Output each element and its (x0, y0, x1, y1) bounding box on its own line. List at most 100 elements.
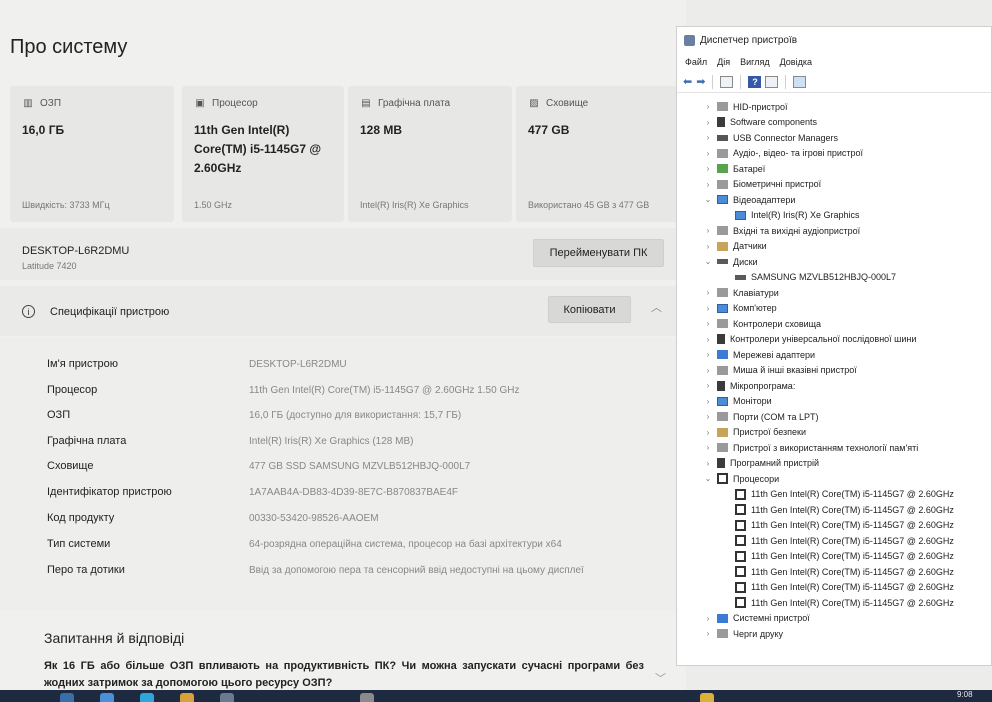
menu-view[interactable]: Вигляд (740, 57, 770, 67)
tree-item[interactable]: › Батареї (677, 161, 991, 177)
help-icon[interactable]: ? (748, 75, 762, 88)
tree-item[interactable]: › Біометричні пристрої (677, 177, 991, 193)
chevron-right-icon[interactable]: › (703, 226, 713, 235)
chevron-right-icon[interactable]: › (703, 366, 713, 375)
card-sub: Intel(R) Iris(R) Xe Graphics (360, 200, 469, 210)
tree-item[interactable]: 11th Gen Intel(R) Core(TM) i5-1145G7 @ 2… (677, 564, 991, 580)
chevron-right-icon[interactable]: › (703, 102, 713, 111)
properties-icon[interactable] (720, 75, 734, 88)
tree-item[interactable]: › Мікропрограма: (677, 378, 991, 394)
tree-item[interactable]: › Датчики (677, 239, 991, 255)
tree-item[interactable]: › Черги друку (677, 626, 991, 642)
chevron-up-icon[interactable]: ︿ (651, 299, 662, 315)
taskbar-app-icon[interactable] (360, 693, 374, 702)
chevron-right-icon[interactable]: › (703, 118, 713, 127)
taskbar-app-icon[interactable] (140, 693, 154, 702)
taskbar-app-icon[interactable] (220, 693, 234, 702)
menu-file[interactable]: Файл (685, 57, 707, 67)
tree-item[interactable]: › Комп'ютер (677, 301, 991, 317)
tree-item-label: Диски (733, 256, 758, 267)
rename-pc-button[interactable]: Перейменувати ПК (533, 239, 664, 267)
tree-item[interactable]: › Мережеві адаптери (677, 347, 991, 363)
copy-button[interactable]: Копіювати (548, 296, 631, 323)
tree-item[interactable]: › Контролери універсальної послідовної ши… (677, 332, 991, 348)
tree-item[interactable]: › USB Connector Managers (677, 130, 991, 146)
tree-item[interactable]: 11th Gen Intel(R) Core(TM) i5-1145G7 @ 2… (677, 533, 991, 549)
chevron-right-icon[interactable]: › (703, 629, 713, 638)
tree-item[interactable]: › Миша й інші вказівні пристрої (677, 363, 991, 379)
tree-item[interactable]: › Пристрої безпеки (677, 425, 991, 441)
chevron-down-icon[interactable]: ⌄ (703, 474, 713, 483)
tree-item[interactable]: 11th Gen Intel(R) Core(TM) i5-1145G7 @ 2… (677, 595, 991, 611)
tree-item-label: Системні пристрої (733, 613, 810, 624)
storage-controller-icon (717, 319, 728, 329)
chevron-right-icon[interactable]: › (703, 304, 713, 313)
tree-item[interactable]: ⌄ Диски (677, 254, 991, 270)
taskbar-app-icon[interactable] (100, 693, 114, 702)
chevron-down-icon[interactable]: ﹀ (655, 670, 666, 686)
tree-item[interactable]: 11th Gen Intel(R) Core(TM) i5-1145G7 @ 2… (677, 580, 991, 596)
chevron-right-icon[interactable]: › (703, 350, 713, 359)
view-icon[interactable] (765, 75, 779, 88)
chevron-right-icon[interactable]: › (703, 164, 713, 173)
chevron-right-icon[interactable]: › (703, 180, 713, 189)
tree-item[interactable]: › Вхідні та вихідні аудіопристрої (677, 223, 991, 239)
toolbar: ⬅ ➡ ? (677, 71, 991, 93)
card-value: 477 GB (528, 123, 570, 137)
chevron-right-icon[interactable]: › (703, 412, 713, 421)
taskbar-clock[interactable]: 9:08 (957, 690, 973, 700)
back-arrow-icon[interactable]: ⬅ (683, 75, 692, 89)
tree-item[interactable]: 11th Gen Intel(R) Core(TM) i5-1145G7 @ 2… (677, 487, 991, 503)
taskbar-app-icon[interactable] (180, 693, 194, 702)
tree-item[interactable]: ⌄ Процесори (677, 471, 991, 487)
taskbar-app-icon[interactable] (700, 693, 714, 702)
menu-action[interactable]: Дія (717, 57, 730, 67)
chevron-right-icon[interactable]: › (703, 397, 713, 406)
card-value: 16,0 ГБ (22, 123, 65, 137)
tree-item[interactable]: 11th Gen Intel(R) Core(TM) i5-1145G7 @ 2… (677, 518, 991, 534)
tree-item[interactable]: › Клавіатури (677, 285, 991, 301)
tree-item[interactable]: › HID-пристрої (677, 99, 991, 115)
chevron-right-icon[interactable]: › (703, 428, 713, 437)
chevron-down-icon[interactable]: ⌄ (703, 195, 713, 204)
tree-item[interactable]: 11th Gen Intel(R) Core(TM) i5-1145G7 @ 2… (677, 502, 991, 518)
device-specs-header[interactable]: i Специфікації пристрою Копіювати ︿ (0, 286, 686, 336)
tree-item[interactable]: ⌄ Відеоадаптери (677, 192, 991, 208)
menu-help[interactable]: Довідка (780, 57, 812, 67)
tree-item[interactable]: SAMSUNG MZVLB512HBJQ-000L7 (677, 270, 991, 286)
chevron-right-icon[interactable]: › (703, 242, 713, 251)
tree-item[interactable]: › Порти (COM та LPT) (677, 409, 991, 425)
chevron-right-icon[interactable]: › (703, 133, 713, 142)
chevron-down-icon[interactable]: ⌄ (703, 257, 713, 266)
keyboard-icon (717, 288, 728, 298)
tree-item[interactable]: › Системні пристрої (677, 611, 991, 627)
tree-item-label: Біометричні пристрої (733, 179, 822, 190)
tree-item[interactable]: › Software components (677, 115, 991, 131)
usb-connector-icon (717, 134, 728, 141)
processor-icon (735, 488, 746, 500)
chevron-right-icon[interactable]: › (703, 381, 713, 390)
tree-item[interactable]: › Пристрої з використанням технології пам… (677, 440, 991, 456)
tree-item[interactable]: 11th Gen Intel(R) Core(TM) i5-1145G7 @ 2… (677, 549, 991, 565)
forward-arrow-icon[interactable]: ➡ (696, 75, 705, 89)
scan-hardware-icon[interactable] (793, 75, 807, 88)
chevron-right-icon[interactable]: › (703, 319, 713, 328)
chevron-right-icon[interactable]: › (703, 614, 713, 623)
software-components-icon (717, 117, 725, 128)
tree-item-label: USB Connector Managers (733, 132, 839, 143)
tree-item[interactable]: › Аудіо-, відео- та ігрові пристрої (677, 146, 991, 162)
tree-item[interactable]: › Монітори (677, 394, 991, 410)
taskbar-app-icon[interactable] (60, 693, 74, 702)
tree-item[interactable]: › Контролери сховища (677, 316, 991, 332)
chevron-right-icon[interactable]: › (703, 149, 713, 158)
tree-item-label: 11th Gen Intel(R) Core(TM) i5-1145G7 @ 2… (751, 582, 954, 593)
chevron-right-icon[interactable]: › (703, 443, 713, 452)
chevron-right-icon[interactable]: › (703, 335, 713, 344)
chevron-right-icon[interactable]: › (703, 288, 713, 297)
tree-item[interactable]: Intel(R) Iris(R) Xe Graphics (677, 208, 991, 224)
processor-icon (735, 550, 746, 562)
chevron-right-icon[interactable]: › (703, 459, 713, 468)
system-devices-icon (717, 613, 728, 623)
tree-item[interactable]: › Програмний пристрій (677, 456, 991, 472)
faq-question[interactable]: Як 16 ГБ або більше ОЗП впливають на про… (44, 658, 644, 690)
